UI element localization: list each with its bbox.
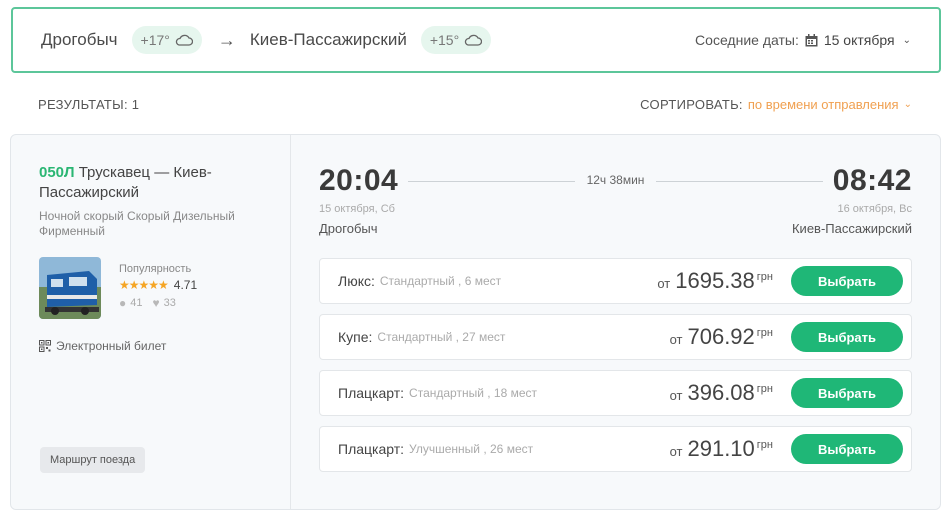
route-header: Дрогобыч +17° → Киев-Пассажирский +15° С… bbox=[11, 7, 941, 73]
arrival-time: 08:42 bbox=[832, 164, 912, 197]
cloud-icon bbox=[465, 34, 483, 46]
trip-panel: 20:04 12ч 38мин 08:42 15 октября, Сб 16 … bbox=[291, 135, 940, 509]
calendar-icon bbox=[805, 33, 818, 46]
price-value: 396.08 bbox=[687, 380, 755, 405]
cloud-icon bbox=[175, 34, 193, 46]
sort-selector[interactable]: СОРТИРОВАТЬ: по времени отправления ⌄ bbox=[640, 97, 912, 112]
price-value: 1695.38 bbox=[675, 268, 755, 293]
train-card: 050Л Трускавец — Киев-Пассажирский Ночно… bbox=[10, 134, 941, 510]
price-currency: грн bbox=[756, 271, 773, 283]
comments-count: 41 bbox=[130, 297, 143, 309]
seat-offer-row: Плацкарт: Стандартный , 18 мест от 396.0… bbox=[319, 370, 912, 416]
trip-duration: 12ч 38мин bbox=[586, 173, 645, 187]
price-currency: грн bbox=[756, 439, 773, 451]
car-class: Плацкарт: bbox=[338, 385, 405, 401]
from-city: Дрогобыч bbox=[41, 30, 118, 49]
car-detail: Стандартный , 6 мест bbox=[379, 274, 502, 288]
price-value: 291.10 bbox=[687, 436, 755, 461]
rating-value: 4.71 bbox=[173, 278, 198, 292]
price-from: от bbox=[669, 388, 683, 403]
near-dates-selector[interactable]: Соседние даты: 15 октября ⌄ bbox=[695, 32, 911, 48]
car-class: Плацкарт: bbox=[338, 441, 405, 457]
seat-offer-row: Люкс: Стандартный , 6 мест от 1695.38 гр… bbox=[319, 258, 912, 304]
car-class: Купе: bbox=[338, 329, 373, 345]
chevron-down-icon: ⌄ bbox=[902, 34, 911, 46]
trip-dates: 15 октября, Сб 16 октября, Вс bbox=[319, 203, 912, 215]
route-arrow: → bbox=[217, 29, 236, 50]
price-value: 706.92 bbox=[687, 324, 755, 349]
departure-station: Дрогобыч bbox=[319, 221, 378, 236]
offer-price: от 706.92 грн bbox=[670, 324, 773, 350]
from-temperature: +17° bbox=[140, 32, 170, 48]
car-class: Люкс: bbox=[338, 273, 375, 289]
near-dates-label: Соседние даты: bbox=[695, 32, 799, 48]
popularity-block: Популярность ★★★★★ 4.71 ● 41 ♥ 33 bbox=[119, 263, 197, 319]
car-detail: Стандартный , 18 мест bbox=[409, 386, 538, 400]
seat-offers: Люкс: Стандартный , 6 мест от 1695.38 гр… bbox=[319, 258, 912, 472]
duration-line: 12ч 38мин bbox=[408, 173, 823, 188]
seat-offer-row: Купе: Стандартный , 27 мест от 706.92 гр… bbox=[319, 314, 912, 360]
comment-icon: ● bbox=[119, 296, 127, 310]
train-info-panel: 050Л Трускавец — Киев-Пассажирский Ночно… bbox=[11, 135, 291, 509]
to-temperature: +15° bbox=[429, 32, 460, 48]
select-button[interactable]: Выбрать bbox=[791, 434, 903, 464]
select-button[interactable]: Выбрать bbox=[791, 266, 903, 296]
train-title: 050Л Трускавец — Киев-Пассажирский bbox=[39, 163, 262, 203]
offer-price: от 1695.38 грн bbox=[657, 268, 773, 294]
to-weather-badge: +15° bbox=[420, 26, 492, 54]
offer-price: от 291.10 грн bbox=[670, 436, 773, 462]
to-city: Киев-Пассажирский bbox=[249, 30, 407, 49]
heart-icon: ♥ bbox=[152, 296, 160, 310]
train-number: 050Л bbox=[39, 164, 75, 181]
popularity-label: Популярность bbox=[119, 263, 192, 275]
departure-time: 20:04 bbox=[319, 164, 399, 197]
select-button[interactable]: Выбрать bbox=[791, 378, 903, 408]
duration-divider bbox=[656, 180, 823, 182]
seat-offer-row: Плацкарт: Улучшенный , 26 мест от 291.10… bbox=[319, 426, 912, 472]
price-from: от bbox=[669, 332, 683, 347]
car-detail: Стандартный , 27 мест bbox=[377, 330, 506, 344]
chevron-down-icon: ⌄ bbox=[903, 98, 912, 110]
from-weather-badge: +17° bbox=[131, 26, 202, 54]
train-summary: Популярность ★★★★★ 4.71 ● 41 ♥ 33 bbox=[39, 257, 262, 319]
departure-date: 15 октября, Сб bbox=[319, 203, 395, 215]
eticket-label: Электронный билет bbox=[56, 339, 167, 353]
eticket-badge: Электронный билет bbox=[39, 339, 262, 353]
sort-label: СОРТИРОВАТЬ: bbox=[640, 96, 743, 112]
trip-times: 20:04 12ч 38мин 08:42 bbox=[319, 163, 912, 199]
select-button[interactable]: Выбрать bbox=[791, 322, 903, 352]
trip-stations: Дрогобыч Киев-Пассажирский bbox=[319, 221, 912, 236]
train-route-button[interactable]: Маршрут поезда bbox=[40, 447, 146, 473]
price-currency: грн bbox=[756, 327, 773, 339]
train-photo[interactable] bbox=[39, 257, 101, 319]
offer-price: от 396.08 грн bbox=[670, 380, 773, 406]
car-detail: Улучшенный , 26 мест bbox=[409, 442, 534, 456]
arrival-station: Киев-Пассажирский bbox=[791, 221, 912, 236]
duration-divider bbox=[408, 180, 575, 182]
results-bar: РЕЗУЛЬТАТЫ: 1 СОРТИРОВАТЬ: по времени от… bbox=[38, 95, 912, 113]
review-counts: ● 41 ♥ 33 bbox=[119, 296, 197, 310]
train-type: Ночной скорый Скорый Дизельный Фирменный bbox=[39, 209, 235, 238]
arrival-date: 16 октября, Вс bbox=[837, 203, 912, 215]
qr-code-icon bbox=[39, 340, 51, 352]
near-dates-value: 15 октября bbox=[823, 32, 895, 48]
star-rating-icon: ★★★★★ bbox=[119, 278, 169, 292]
sort-value[interactable]: по времени отправления bbox=[748, 97, 899, 112]
rating: ★★★★★ 4.71 bbox=[119, 278, 197, 292]
results-count: РЕЗУЛЬТАТЫ: 1 bbox=[38, 96, 140, 112]
price-from: от bbox=[657, 276, 671, 291]
likes-count: 33 bbox=[163, 297, 176, 309]
price-currency: грн bbox=[756, 383, 773, 395]
price-from: от bbox=[669, 444, 683, 459]
